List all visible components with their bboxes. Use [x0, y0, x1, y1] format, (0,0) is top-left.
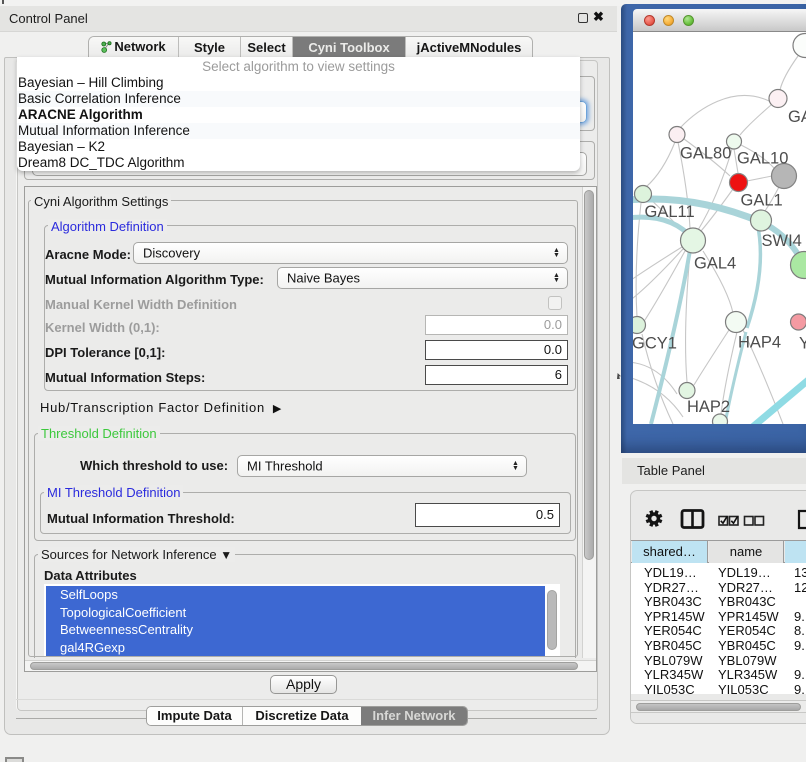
svg-text:HAP2: HAP2 — [687, 398, 730, 416]
svg-text:GAL1: GAL1 — [741, 192, 783, 210]
svg-text:HAP4: HAP4 — [738, 334, 781, 352]
svg-text:Y: Y — [799, 335, 806, 353]
svg-text:GAL10: GAL10 — [737, 150, 788, 168]
svg-text:GAL80: GAL80 — [680, 145, 731, 163]
svg-text:GAL11: GAL11 — [645, 203, 695, 221]
svg-text:SWI4: SWI4 — [762, 232, 802, 250]
svg-text:GAL4: GAL4 — [694, 255, 736, 273]
svg-text:GCY1: GCY1 — [633, 335, 677, 353]
svg-text:GAL: GAL — [788, 108, 806, 126]
